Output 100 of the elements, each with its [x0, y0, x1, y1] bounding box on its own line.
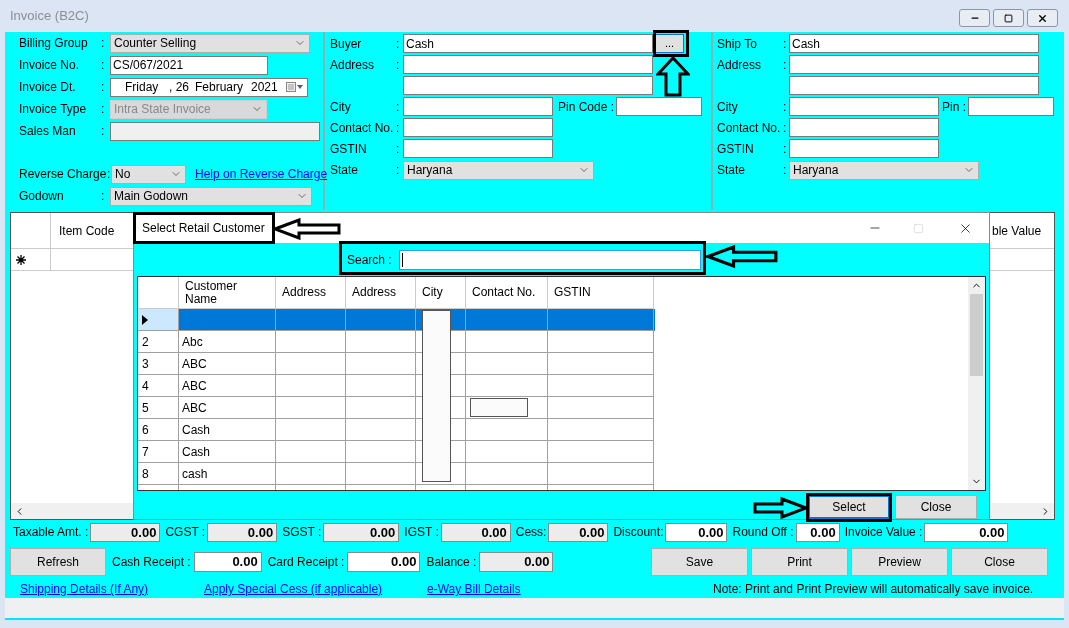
total-label: Invoice Value :: [844, 524, 923, 541]
table-cell-text: Cash: [182, 421, 210, 439]
receipt-label: Balance :: [426, 554, 477, 571]
invoice-number-field[interactable]: CS/067/2021: [110, 55, 268, 75]
colon: :: [396, 98, 401, 116]
action-button[interactable]: Save: [651, 548, 748, 576]
maximize-icon: [1004, 13, 1013, 23]
field-label: Contact No.: [717, 119, 782, 137]
buyer-field[interactable]: Cash: [789, 34, 1039, 53]
table-cell-text: ABC: [182, 399, 207, 417]
gstin-field[interactable]: [789, 139, 939, 158]
field-label: State: [717, 162, 747, 179]
gstin-field[interactable]: [403, 139, 553, 158]
total-label: Round Off :: [732, 524, 794, 541]
amount-field: 0.00: [548, 522, 609, 542]
field-label: Buyer: [330, 35, 363, 53]
table-row[interactable]: 3 ABC: [138, 353, 655, 375]
amount-field[interactable]: 0.00: [347, 552, 421, 572]
amount-field: 0.00: [323, 522, 400, 542]
table-row[interactable]: 7 Cash: [138, 441, 655, 463]
window-title: Invoice (B2C): [10, 7, 89, 26]
table-row[interactable]: 8 cash: [138, 463, 655, 485]
close-button[interactable]: [1027, 9, 1058, 27]
dropdown[interactable]: No: [111, 164, 186, 184]
column-header: Item Code: [58, 222, 116, 240]
action-button[interactable]: Close: [951, 548, 1048, 576]
colon: :: [783, 140, 788, 158]
date-picker[interactable]: Friday , 26 February 2021: [110, 77, 308, 97]
colon: :: [101, 79, 106, 96]
browse-button[interactable]: ...: [655, 34, 684, 53]
refresh-button[interactable]: Refresh: [10, 548, 106, 576]
table-row[interactable]: 4 ABC: [138, 375, 655, 397]
field-label: Address: [330, 56, 376, 74]
address-field[interactable]: [789, 55, 1039, 74]
contact-field[interactable]: [789, 118, 939, 137]
row-number: 3: [142, 355, 149, 373]
total-label: Taxable Amt. :: [13, 524, 89, 541]
address-field[interactable]: [403, 55, 653, 74]
dropdown[interactable]: Haryana: [403, 160, 594, 180]
contact-field[interactable]: [403, 118, 553, 137]
action-button[interactable]: Preview: [851, 548, 948, 576]
table-cell-text: cash: [182, 465, 208, 483]
colon: :: [396, 162, 401, 179]
field-label: GSTIN: [717, 140, 755, 158]
row-number: 2: [142, 333, 149, 351]
help-link[interactable]: Help on Reverse Charge: [195, 165, 328, 183]
pin-field[interactable]: [616, 97, 703, 116]
action-button[interactable]: Print: [751, 548, 848, 576]
table-row[interactable]: 6 Cash: [138, 419, 655, 441]
total-label: Cess:: [515, 524, 547, 541]
close-icon: [1037, 12, 1048, 24]
field-label: Pin Code :: [557, 98, 616, 116]
amount-field[interactable]: 0.00: [665, 522, 728, 542]
dialog-title: Select Retail Customer: [142, 220, 265, 237]
table-row[interactable]: [138, 309, 655, 331]
row-number: 8: [142, 465, 149, 483]
minimize-button[interactable]: [959, 9, 990, 27]
callout-arrow: [656, 56, 690, 97]
colon: :: [396, 140, 401, 158]
total-label: CGST :: [165, 524, 206, 541]
field-label: Address: [717, 56, 763, 74]
colon: :: [783, 98, 788, 116]
total-label: IGST :: [404, 524, 439, 541]
callout-arrow: [706, 243, 778, 270]
dropdown[interactable]: Haryana: [789, 160, 979, 180]
row-number: 6: [142, 421, 149, 439]
highlight-frame: [653, 30, 689, 57]
table-cell-text: Abc: [182, 333, 203, 351]
vertical-scrollbar[interactable]: [968, 277, 985, 490]
address-field[interactable]: [789, 76, 1039, 95]
calendar-icon: [286, 82, 304, 92]
scroll-thumb[interactable]: [970, 294, 983, 376]
link[interactable]: Apply Special Cess (if applicable): [204, 582, 383, 596]
field-label: Reverse Charge: [19, 166, 107, 183]
pin-field[interactable]: [968, 97, 1054, 116]
amount-field: 0.00: [207, 522, 278, 542]
field-label: Billing Group: [19, 35, 89, 52]
link[interactable]: e-Way Bill Details: [427, 582, 521, 596]
colon: :: [396, 56, 401, 74]
amount-field[interactable]: 0.00: [795, 522, 840, 542]
search-field[interactable]: [399, 249, 701, 270]
dropdown[interactable]: Counter Selling: [110, 33, 310, 53]
amount-field[interactable]: 0.00: [924, 522, 1009, 542]
table-cell-text: ABC: [182, 355, 207, 373]
address-field[interactable]: [403, 76, 653, 95]
row-number: 4: [142, 377, 149, 395]
dropdown[interactable]: Main Godown: [110, 186, 312, 206]
table-row[interactable]: 2 Abc: [138, 331, 655, 353]
buyer-field[interactable]: Cash: [403, 34, 653, 53]
city-field[interactable]: [789, 97, 939, 116]
maximize-button[interactable]: [993, 9, 1024, 27]
dialog-button[interactable]: Close: [895, 495, 977, 519]
row-number: 5: [142, 399, 149, 417]
colon: :: [396, 35, 401, 53]
city-field[interactable]: [403, 97, 553, 116]
column-header: ble Value: [992, 222, 1043, 240]
colon: :: [101, 123, 106, 140]
amount-field[interactable]: 0.00: [193, 552, 262, 572]
callout-arrow: [753, 496, 808, 520]
link[interactable]: Shipping Details (If Any): [20, 582, 149, 596]
